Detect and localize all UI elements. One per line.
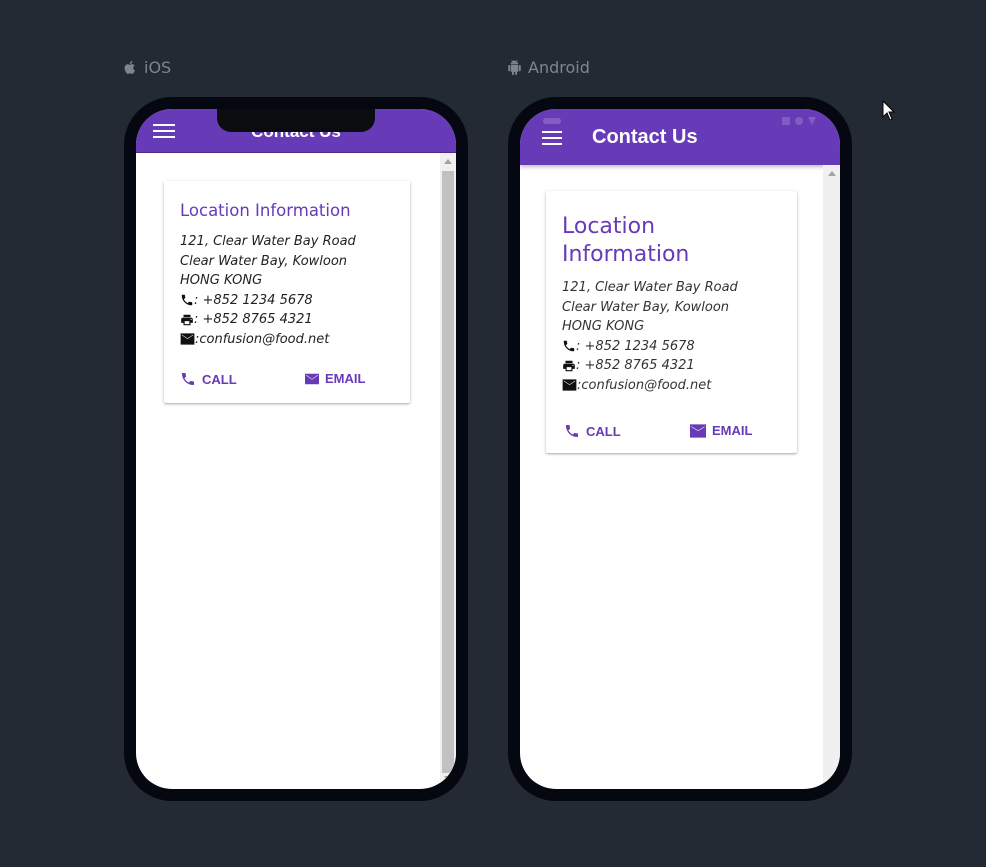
email-button[interactable]: EMAIL	[305, 371, 365, 386]
android-toolbar: Contact Us	[520, 109, 840, 165]
ios-screen: Contact Us Location Information 121, Cle…	[136, 109, 456, 789]
status-bar-pill	[543, 118, 561, 124]
email-label: EMAIL	[712, 423, 753, 438]
android-screen: Contact Us Location Information 121, Cle…	[520, 109, 840, 789]
android-scrollbar[interactable]	[823, 165, 840, 789]
address-line-2: Clear Water Bay, Kowloon	[562, 299, 730, 315]
card-title-line-1: Location	[562, 214, 656, 239]
ios-platform-label: iOS	[123, 58, 171, 77]
call-label: CALL	[202, 371, 237, 387]
fax-icon	[563, 360, 575, 371]
android-label-text: Android	[528, 58, 590, 77]
envelope-icon	[690, 423, 706, 438]
scroll-up-arrow-icon[interactable]	[827, 171, 836, 176]
ios-location-card: Location Information 121, Clear Water Ba…	[164, 181, 410, 403]
email-button[interactable]: EMAIL	[690, 423, 752, 438]
email-line: :confusion@food.net	[180, 330, 356, 350]
signal-icon	[782, 117, 790, 125]
address-line-1: 121, Clear Water Bay Road	[180, 234, 356, 249]
envelope-icon	[562, 379, 577, 391]
phone-line: : +852 1234 5678	[180, 291, 356, 311]
android-platform-label: Android	[507, 58, 590, 77]
ios-scrollbar[interactable]	[440, 153, 456, 789]
fax-line: : +852 8765 4321	[180, 310, 356, 330]
ios-phone-frame: Contact Us Location Information 121, Cle…	[124, 97, 468, 801]
phone-icon	[566, 425, 578, 437]
ios-scroll-thumb[interactable]	[442, 171, 454, 773]
fax-number: : +852 8765 4321	[576, 358, 695, 373]
envelope-icon	[305, 373, 319, 384]
phone-line: : +852 1234 5678	[562, 337, 738, 357]
card-title-line-2: Information	[562, 242, 690, 267]
fax-icon	[181, 314, 193, 325]
phone-number: : +852 1234 5678	[576, 338, 695, 354]
email-label: EMAIL	[325, 371, 366, 386]
android-icon	[508, 60, 521, 75]
phone-icon	[563, 341, 575, 352]
apple-icon	[124, 61, 135, 74]
android-location-card: Location Information 121, Clear Water Ba…	[546, 191, 797, 453]
scroll-up-arrow-icon[interactable]	[444, 159, 452, 164]
card-title: Location Information	[180, 201, 351, 220]
phone-icon	[182, 373, 194, 385]
call-button[interactable]: CALL	[564, 423, 621, 439]
email-address: :confusion@food.net	[195, 331, 330, 347]
battery-icon	[795, 117, 803, 125]
envelope-icon	[180, 333, 195, 345]
email-line: :confusion@food.net	[562, 376, 738, 396]
android-toolbar-title: Contact Us	[592, 126, 698, 148]
email-address: :confusion@food.net	[577, 377, 712, 393]
card-title: Location Information	[562, 213, 689, 269]
phone-icon	[181, 295, 193, 306]
wifi-icon	[808, 117, 816, 125]
fax-line: : +852 8765 4321	[562, 356, 738, 376]
address-line-3: HONG KONG	[562, 319, 645, 334]
address-line-2: Clear Water Bay, Kowloon	[180, 253, 348, 269]
android-hamburger-menu-icon[interactable]	[542, 131, 562, 145]
ios-label-text: iOS	[144, 58, 172, 77]
ios-notch	[217, 109, 375, 132]
phone-number: : +852 1234 5678	[194, 292, 313, 308]
address-line-3: HONG KONG	[180, 273, 263, 288]
address-line-1: 121, Clear Water Bay Road	[562, 280, 738, 295]
scroll-down-arrow-icon[interactable]	[444, 776, 452, 781]
status-bar-icons	[782, 117, 816, 125]
call-label: CALL	[586, 423, 621, 439]
mouse-cursor-icon	[882, 100, 896, 121]
fax-number: : +852 8765 4321	[194, 312, 313, 327]
call-button[interactable]: CALL	[180, 371, 237, 387]
android-phone-frame: Contact Us Location Information 121, Cle…	[508, 97, 852, 801]
